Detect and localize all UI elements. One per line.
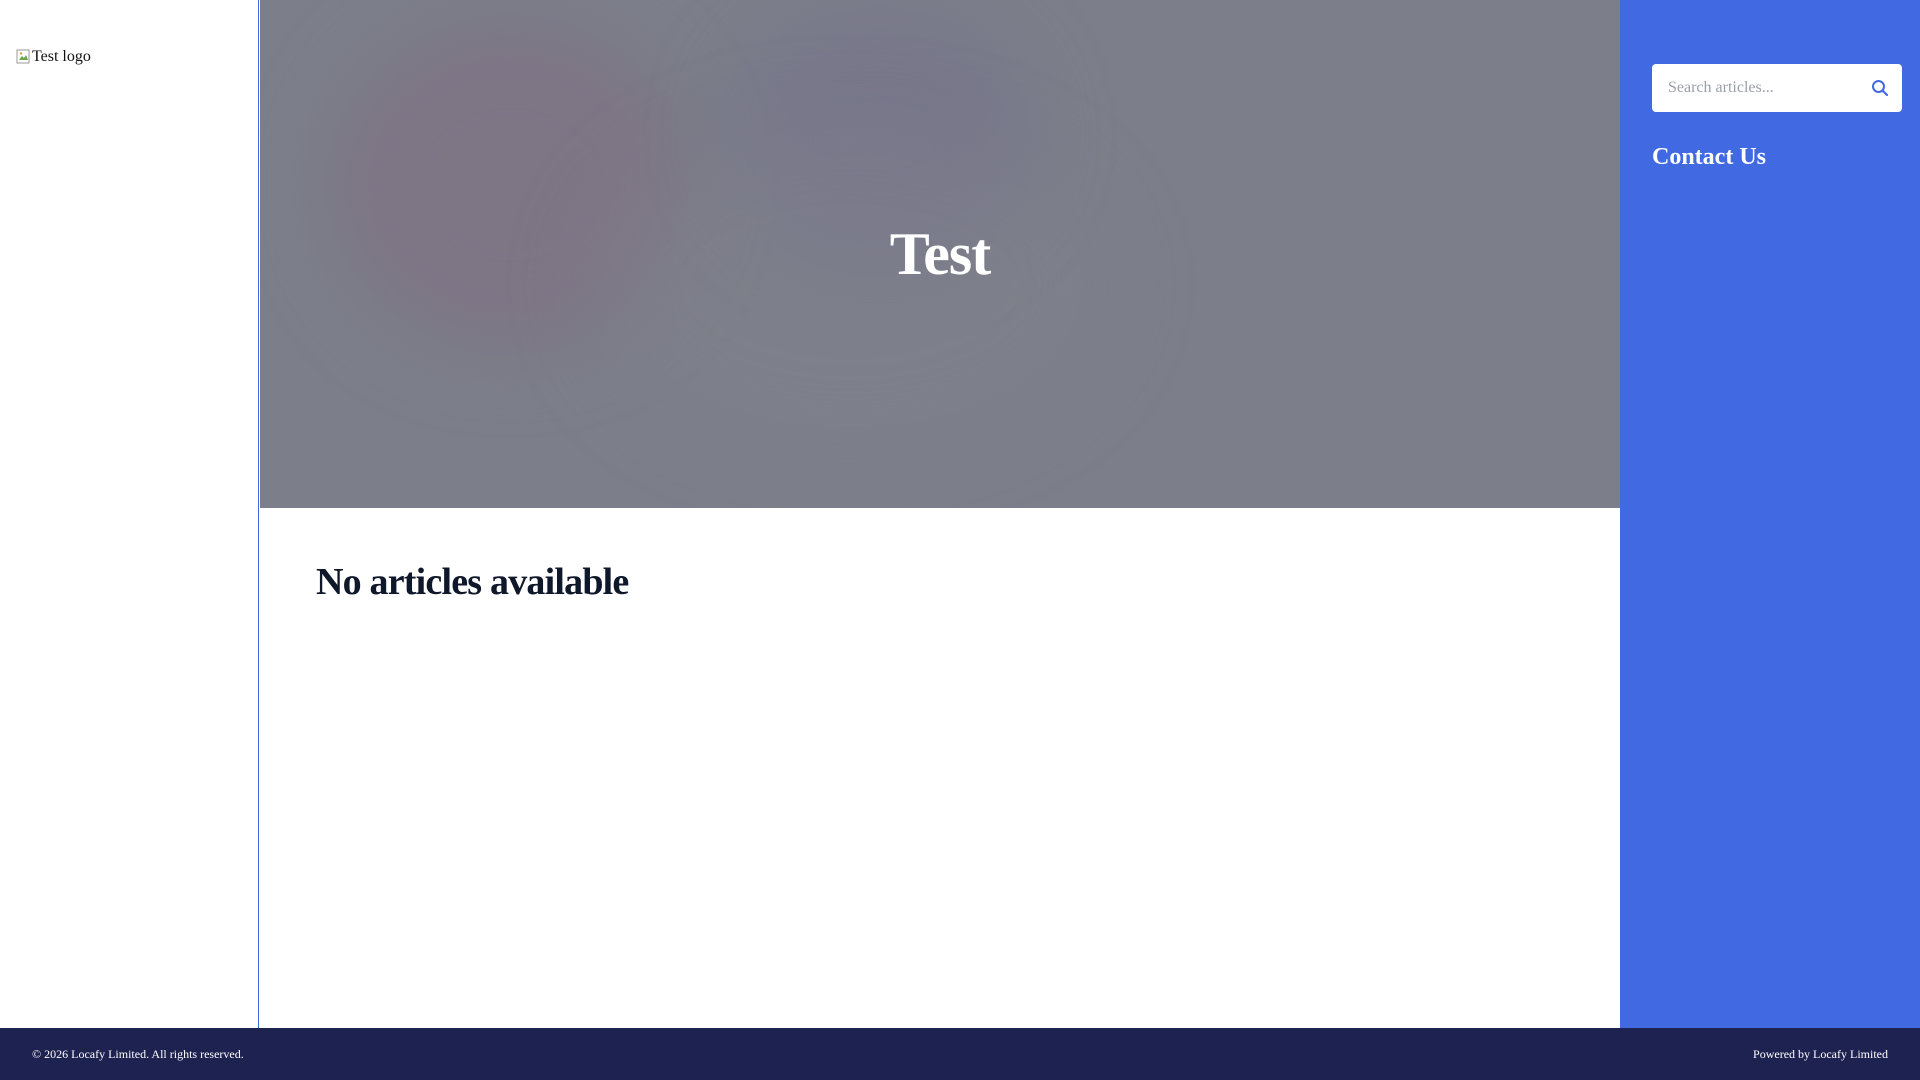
footer-copyright: © 2026 Locafy Limited. All rights reserv… [32,1047,244,1061]
footer-powered-by: Powered by Locafy Limited [1753,1047,1888,1061]
search-button[interactable] [1868,76,1892,100]
main-content: Test No articles available [260,0,1620,1028]
hero-banner: Test [260,0,1620,508]
page-title: Test [889,221,991,287]
right-sidebar: Contact Us [1620,0,1920,1028]
logo-alt-text: Test logo [32,48,91,65]
contact-us-link[interactable]: Contact Us [1652,144,1766,171]
search-icon [1871,79,1889,97]
broken-image-icon [16,49,32,65]
site-logo[interactable]: Test logo [16,48,91,66]
empty-state-message: No articles available [316,561,629,603]
search-input[interactable] [1652,64,1852,112]
search-box [1652,64,1902,112]
left-sidebar: Test logo [0,0,259,1028]
footer: © 2026 Locafy Limited. All rights reserv… [0,1028,1920,1080]
